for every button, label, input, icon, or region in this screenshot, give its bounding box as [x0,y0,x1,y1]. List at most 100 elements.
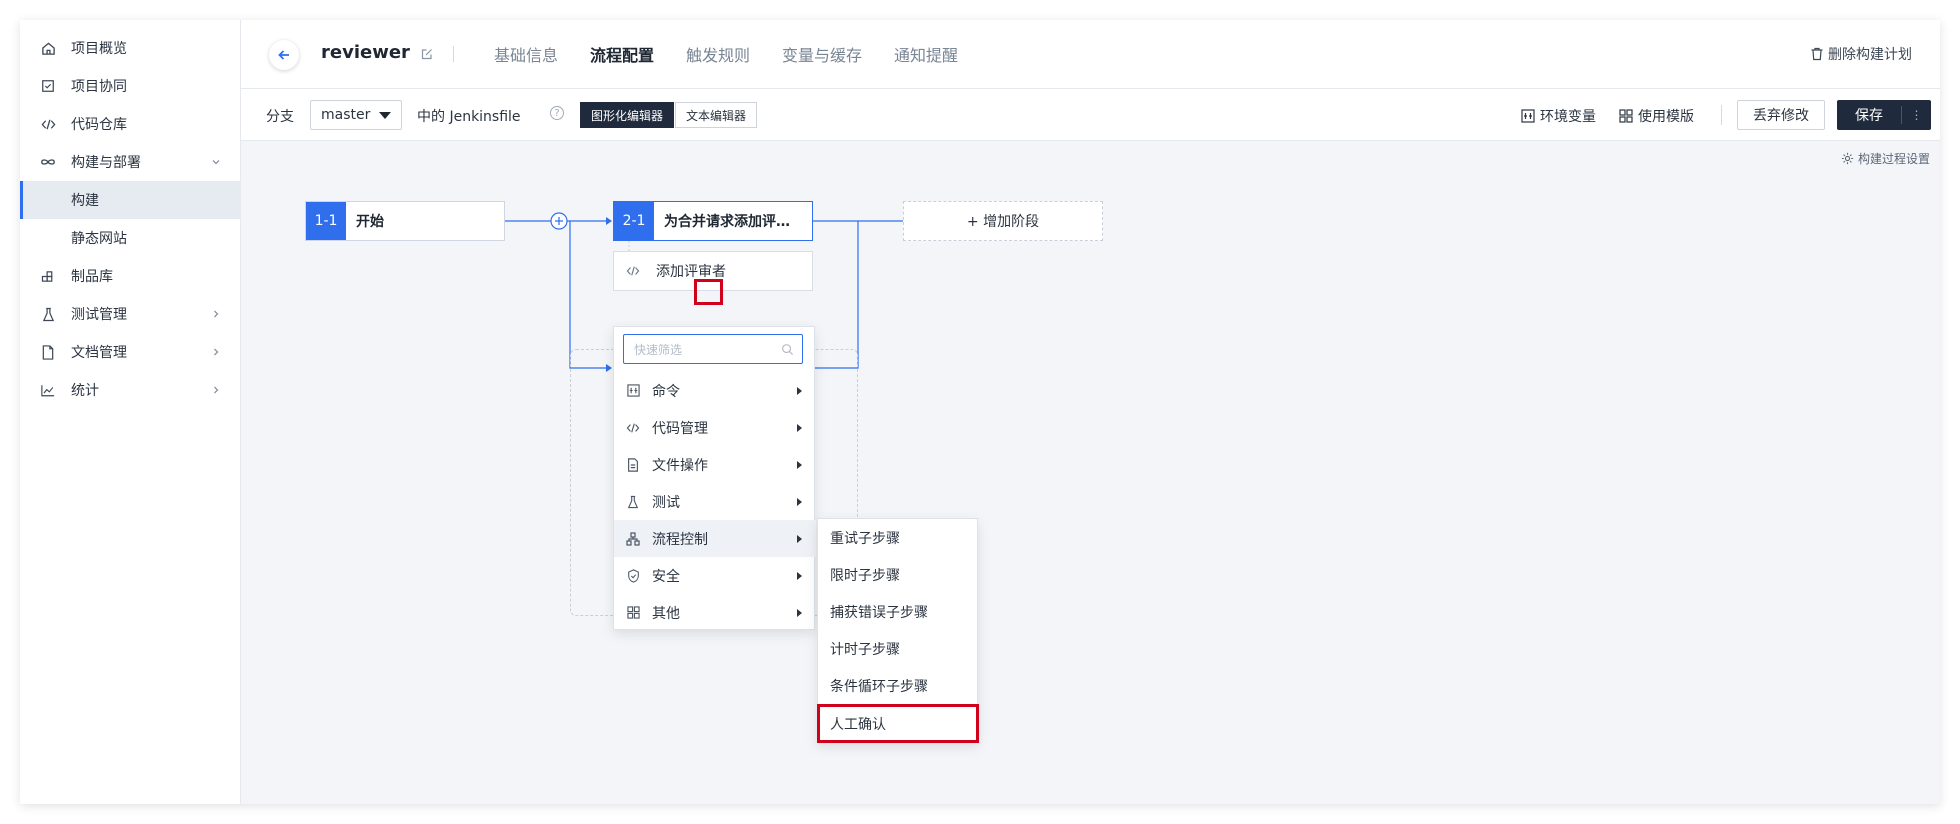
shield-icon [626,568,640,583]
sidebar-item-build-deploy[interactable]: 构建与部署 [20,143,241,181]
text-editor-toggle[interactable]: 文本编辑器 [675,102,758,128]
stage-name: 为合并请求添加评… [664,214,790,230]
caret-right-icon [797,535,802,543]
edit-icon[interactable] [421,48,433,60]
dropdown-item-file-ops[interactable]: 文件操作 [614,446,816,483]
sidebar-item-label: 测试管理 [71,307,127,323]
dropdown-item-testing[interactable]: 测试 [614,483,816,520]
submenu-item-label: 捕获错误子步骤 [830,604,928,621]
sidebar-item-label: 代码仓库 [71,117,127,133]
tab-notifications[interactable]: 通知提醒 [894,42,958,66]
flow-control-icon [626,531,640,546]
sidebar-item-label: 构建与部署 [71,155,141,171]
submenu-item-conditional-loop[interactable]: 条件循环子步骤 [818,667,979,704]
submenu-item-timeout[interactable]: 限时子步骤 [818,556,979,593]
sidebar-item-label: 静态网站 [71,231,127,247]
flask-icon [626,495,640,509]
sidebar-item-build[interactable]: 构建 [20,181,241,219]
tab-trigger-rules[interactable]: 触发规则 [686,42,750,66]
stage-start[interactable]: 1-1 开始 [305,201,505,241]
manual-confirm-highlight[interactable] [817,704,979,743]
add-stage-button[interactable]: + 增加阶段 [903,201,1103,241]
dropdown-item-label: 安全 [652,568,680,585]
env-vars-button[interactable]: 环境变量 [1521,106,1596,126]
quick-filter-field[interactable] [623,334,803,364]
sidebar-item-artifacts[interactable]: 制品库 [20,257,241,295]
sidebar-item-static-site[interactable]: 静态网站 [20,219,241,257]
sidebar-item-label: 制品库 [71,269,113,285]
home-icon [40,40,56,56]
save-label: 保存 [1855,108,1883,124]
infinity-icon [40,154,56,170]
chevron-right-icon [211,385,221,395]
code-icon [40,116,56,132]
chevron-right-icon [211,347,221,357]
delete-plan-label: 删除构建计划 [1828,47,1912,63]
save-button[interactable]: 保存 ⋮ [1837,100,1931,130]
checkbox-icon [40,78,56,94]
editor-toolbar: 分支 master 中的 Jenkinsfile ? 图形化编辑器 文本编辑器 … [241,89,1940,141]
sidebar-item-docs[interactable]: 文档管理 [20,333,241,371]
caret-right-icon [797,572,802,580]
graphic-editor-toggle[interactable]: 图形化编辑器 [580,102,675,128]
sidebar-item-label: 项目概览 [71,41,127,57]
discard-changes-button[interactable]: 丢弃修改 [1737,100,1825,130]
chart-line-icon [40,382,56,398]
caret-right-icon [797,461,802,469]
sidebar-item-testing[interactable]: 测试管理 [20,295,241,333]
delete-plan-button[interactable]: 删除构建计划 [1810,44,1912,64]
dropdown-item-code-management[interactable]: 代码管理 [614,409,816,446]
submenu-item-label: 计时子步骤 [830,641,900,658]
quick-filter-input[interactable] [634,341,774,359]
step-type-dropdown: 命令 代码管理 文件操作 测试 流程控制 [613,326,816,631]
dropdown-item-other[interactable]: 其他 [614,594,816,631]
submenu-item-catch-error[interactable]: 捕获错误子步骤 [818,593,979,630]
sidebar-item-overview[interactable]: 项目概览 [20,29,241,67]
sidebar-item-label: 构建 [71,193,99,209]
sidebar-item-stats[interactable]: 统计 [20,371,241,409]
process-settings-label: 构建过程设置 [1857,152,1930,166]
use-template-button[interactable]: 使用模版 [1619,106,1694,126]
help-icon[interactable]: ? [550,106,564,120]
sidebar-item-label: 统计 [71,383,99,399]
caret-right-icon [797,498,802,506]
gear-icon [1841,152,1854,165]
dropdown-item-security[interactable]: 安全 [614,557,816,594]
sidebar-item-collaboration[interactable]: 项目协同 [20,67,241,105]
chevron-right-icon [211,309,221,319]
more-options-icon[interactable]: ⋮ [1901,106,1931,124]
process-settings-button[interactable]: 构建过程设置 [1841,150,1930,167]
app-window: 项目概览 项目协同 代码仓库 构建与部署 构建 静态网站 制品库 测试管理 文档… [20,20,1940,804]
submenu-item-retry[interactable]: 重试子步骤 [818,519,979,556]
file-icon [626,457,640,472]
document-icon [40,344,56,360]
stage-add-reviewer[interactable]: 2-1 为合并请求添加评… [613,201,813,241]
add-step-highlight[interactable] [694,279,723,305]
dropdown-item-label: 命令 [652,383,680,400]
stage-number: 1-1 [306,202,346,240]
tab-variables-cache[interactable]: 变量与缓存 [782,42,862,66]
project-name: reviewer [321,42,410,63]
caret-right-icon [797,424,802,432]
submenu-item-label: 重试子步骤 [830,530,900,547]
caret-down-icon [379,112,391,119]
variables-icon [1521,109,1535,123]
tab-basic-info[interactable]: 基础信息 [494,42,558,66]
stage-number: 2-1 [614,202,654,240]
flask-icon [40,306,56,322]
page-header: reviewer 基础信息 流程配置 触发规则 变量与缓存 通知提醒 删除构建计… [241,20,1940,89]
step-name: 添加评审者 [656,264,726,280]
chevron-down-icon [211,157,221,167]
tab-pipeline-config[interactable]: 流程配置 [590,42,654,66]
sidebar-item-repository[interactable]: 代码仓库 [20,105,241,143]
dropdown-item-command[interactable]: 命令 [614,372,816,409]
use-template-label: 使用模版 [1638,109,1694,125]
submenu-item-label: 条件循环子步骤 [830,678,928,695]
submenu-item-timer[interactable]: 计时子步骤 [818,630,979,667]
dropdown-item-flow-control[interactable]: 流程控制 [614,520,816,557]
back-button[interactable] [269,40,299,70]
jenkinsfile-label: 中的 Jenkinsfile [417,109,521,125]
dropdown-item-label: 代码管理 [652,420,708,437]
sidebar: 项目概览 项目协同 代码仓库 构建与部署 构建 静态网站 制品库 测试管理 文档… [20,20,241,804]
branch-select[interactable]: master [310,100,402,130]
